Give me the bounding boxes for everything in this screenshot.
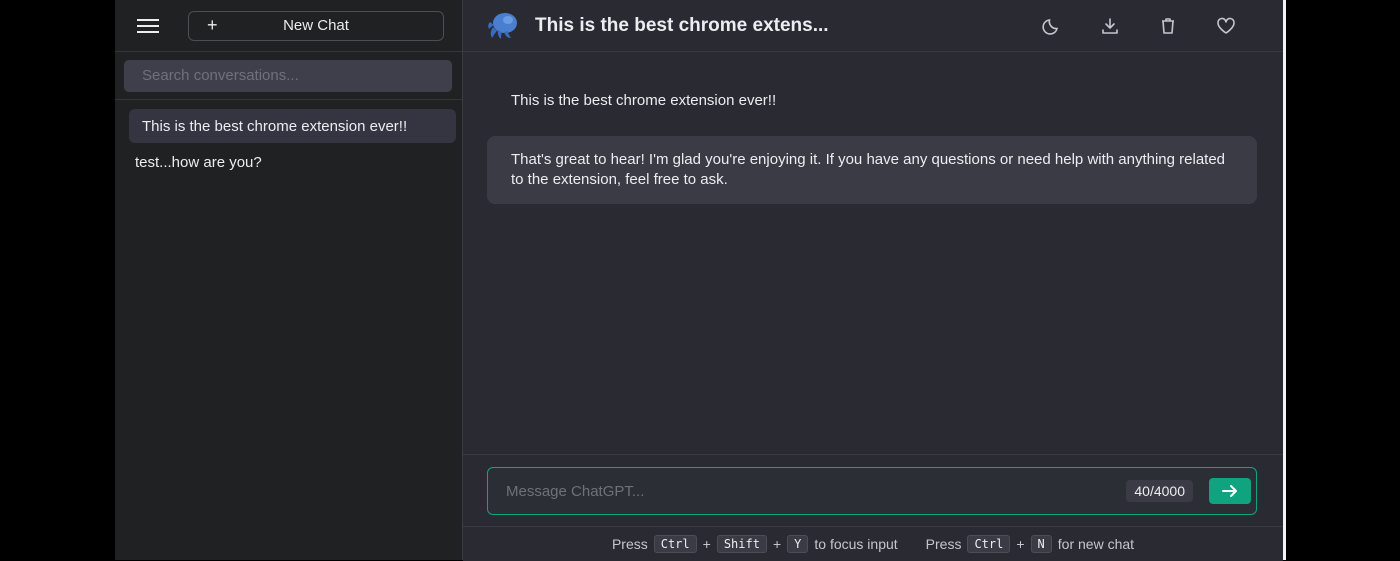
hint-text: Press [611, 536, 648, 552]
conversation-item[interactable]: test...how are you? [115, 145, 462, 179]
header-actions [1023, 11, 1255, 41]
hint-text: for new chat [1057, 536, 1135, 552]
keyboard-hints: Press Ctrl + Shift + Y to focus input Pr… [463, 526, 1283, 561]
character-counter: 40/4000 [1126, 480, 1193, 502]
kbd-shift: Shift [716, 535, 767, 553]
new-chat-button[interactable]: + New Chat [188, 10, 444, 41]
message-input[interactable] [488, 481, 1127, 501]
kbd-ctrl: Ctrl [967, 535, 1011, 553]
user-message: This is the best chrome extension ever!! [511, 92, 777, 109]
sidebar-header: + New Chat [115, 0, 462, 52]
hint-plus: + [772, 536, 782, 552]
conversation-item-active[interactable]: This is the best chrome extension ever!! [129, 109, 456, 143]
octopus-logo-icon [487, 11, 521, 41]
sidebar: + New Chat This is the best chrome exten… [115, 0, 463, 560]
hint-plus: + [1016, 536, 1025, 552]
assistant-message: That's great to hear! I'm glad you're en… [487, 136, 1257, 204]
moon-icon[interactable] [1023, 11, 1081, 41]
send-button[interactable] [1209, 478, 1251, 504]
composer: 40/4000 [463, 454, 1283, 527]
conversation-title: test...how are you? [135, 153, 262, 171]
hint-text: Press [925, 536, 962, 552]
chat-main: This is the best chrome extens... This i… [463, 0, 1283, 561]
hint-text: to focus input [814, 536, 898, 552]
message-input-box: 40/4000 [487, 467, 1257, 515]
conversation-title: This is the best chrome extension ever!! [142, 117, 408, 135]
search-wrapper [115, 52, 462, 100]
kbd-ctrl: Ctrl [653, 535, 697, 553]
app-window: + New Chat This is the best chrome exten… [115, 0, 1283, 561]
kbd-n: N [1030, 535, 1052, 553]
conversation-list: This is the best chrome extension ever!!… [115, 100, 462, 179]
search-input[interactable] [124, 59, 452, 92]
trash-icon[interactable] [1139, 11, 1197, 41]
chat-title: This is the best chrome extens... [535, 14, 829, 36]
download-icon[interactable] [1081, 11, 1139, 41]
heart-icon[interactable] [1197, 11, 1255, 41]
hint-plus: + [702, 536, 711, 552]
kbd-y: Y [787, 535, 809, 553]
arrow-right-icon [1222, 485, 1237, 497]
window-edge [1283, 0, 1286, 560]
menu-icon[interactable] [137, 11, 167, 41]
chat-header: This is the best chrome extens... [463, 0, 1283, 52]
new-chat-label: New Chat [283, 17, 349, 34]
plus-icon: + [207, 15, 218, 35]
